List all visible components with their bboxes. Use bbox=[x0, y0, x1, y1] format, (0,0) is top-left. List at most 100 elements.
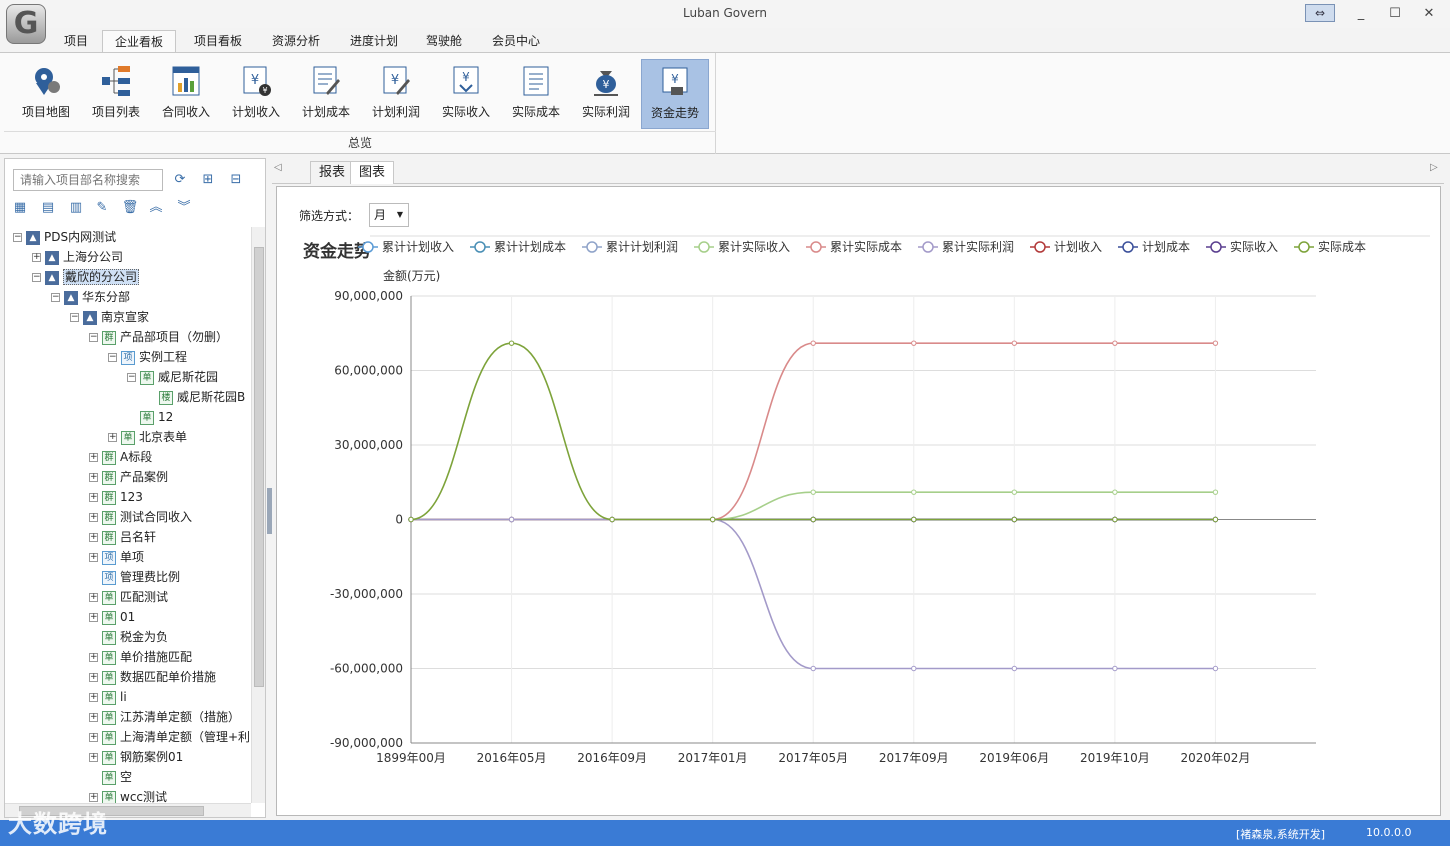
tree-node[interactable]: + 群 A标段 bbox=[89, 447, 152, 467]
tree-node[interactable]: + 单数据匹配单价措施 bbox=[89, 667, 216, 687]
expand-icon[interactable]: + bbox=[89, 713, 98, 722]
expand-icon[interactable]: + bbox=[89, 793, 98, 802]
collapse-icon[interactable]: − bbox=[108, 353, 117, 362]
move-down-icon[interactable]: ︾ bbox=[175, 199, 193, 217]
legend-marker bbox=[586, 241, 598, 253]
move-up-icon[interactable]: ︽ bbox=[147, 199, 165, 217]
tree-node[interactable]: − ▲ 戴欣的分公司 bbox=[32, 267, 140, 287]
tree-node[interactable]: + 单匹配测试 bbox=[89, 587, 168, 607]
collapse-icon[interactable]: − bbox=[13, 233, 22, 242]
collapse-icon[interactable]: − bbox=[127, 373, 136, 382]
collapse-icon[interactable]: − bbox=[89, 333, 98, 342]
expand-all-icon[interactable]: ⊞ bbox=[199, 171, 217, 189]
tab-scroll-right-icon[interactable]: ▷ bbox=[1430, 162, 1438, 173]
tree-node[interactable]: + 单上海清单定额（管理+利 bbox=[89, 727, 249, 747]
expand-icon[interactable]: + bbox=[89, 693, 98, 702]
tree-node[interactable]: + 群产品案例 bbox=[89, 467, 168, 487]
expand-icon[interactable]: + bbox=[108, 433, 117, 442]
expand-icon[interactable]: + bbox=[89, 613, 98, 622]
panel-splitter[interactable] bbox=[267, 488, 272, 534]
collapse-icon[interactable]: − bbox=[70, 313, 79, 322]
expand-icon[interactable]: + bbox=[89, 533, 98, 542]
organization-icon: ▲ bbox=[64, 290, 78, 305]
expand-icon[interactable]: + bbox=[89, 473, 98, 482]
expand-icon[interactable]: + bbox=[89, 553, 98, 562]
actual-profit-button[interactable]: ¥ 实际利润 bbox=[572, 59, 640, 129]
tree-node[interactable]: − 单威尼斯花园 bbox=[127, 367, 218, 387]
edit-icon[interactable]: ✎ bbox=[93, 199, 111, 217]
expand-icon[interactable]: + bbox=[89, 493, 98, 502]
tree-node[interactable]: − ▲ 华东分部 bbox=[51, 287, 130, 307]
data-point bbox=[1011, 340, 1018, 346]
expand-icon[interactable]: + bbox=[89, 513, 98, 522]
planned-cost-button[interactable]: 计划成本 bbox=[292, 59, 360, 129]
add-unit-icon[interactable]: ▥ bbox=[67, 199, 85, 217]
delete-icon[interactable]: 🗑 bbox=[121, 199, 139, 217]
tree-node[interactable]: + 单北京表单 bbox=[108, 427, 187, 447]
tree-node[interactable]: + 单 wcc测试 bbox=[89, 787, 167, 803]
maximize-button[interactable]: ☐ bbox=[1380, 4, 1410, 24]
tab-chart[interactable]: 图表 bbox=[350, 161, 395, 184]
project-map-button[interactable]: 项目地图 bbox=[12, 59, 80, 129]
actual-income-button[interactable]: ¥ 实际收入 bbox=[432, 59, 500, 129]
tree-node[interactable]: − ▲ 南京宣家 bbox=[70, 307, 149, 327]
tree-node[interactable]: + 单江苏清单定额（措施） bbox=[89, 707, 240, 727]
planned-income-button[interactable]: ¥ ¥ 计划收入 bbox=[222, 59, 290, 129]
tree-node[interactable]: + 单钢筋案例01 bbox=[89, 747, 183, 767]
expand-icon[interactable]: + bbox=[89, 653, 98, 662]
menu-tab-member-center[interactable]: 会员中心 bbox=[480, 30, 552, 52]
scrollbar-thumb[interactable] bbox=[254, 247, 264, 687]
app-logo-icon[interactable]: G bbox=[6, 4, 46, 44]
collapse-icon[interactable]: − bbox=[51, 293, 60, 302]
tab-scroll-left-icon[interactable]: ◁ bbox=[274, 162, 282, 173]
data-point bbox=[1112, 516, 1118, 523]
tree-node[interactable]: + 项单项 bbox=[89, 547, 144, 567]
tree-node[interactable]: − 群产品部项目（勿删） bbox=[89, 327, 228, 347]
project-list-button[interactable]: 项目列表 bbox=[82, 59, 150, 129]
tree-node[interactable]: + 群测试合同收入 bbox=[89, 507, 192, 527]
tree-node[interactable]: + 单单价措施匹配 bbox=[89, 647, 192, 667]
menu-tab-enterprise-board[interactable]: 企业看板 bbox=[102, 30, 177, 52]
tree-node[interactable]: + 单 01 bbox=[89, 607, 135, 627]
expand-icon[interactable]: + bbox=[32, 253, 41, 262]
collapse-icon[interactable]: − bbox=[32, 273, 41, 282]
tree-node[interactable]: + 单 li bbox=[89, 687, 127, 707]
tree-vertical-scrollbar[interactable] bbox=[251, 227, 265, 803]
tree-node[interactable]: 单税金为负 bbox=[89, 627, 168, 647]
tree-node[interactable]: − ▲ PDS内网测试 bbox=[13, 227, 116, 247]
refresh-icon[interactable]: ⟳ bbox=[171, 171, 189, 189]
add-group-icon[interactable]: ▦ bbox=[11, 199, 29, 217]
menu-tab-cockpit[interactable]: 驾驶舱 bbox=[414, 30, 474, 52]
expand-icon[interactable]: + bbox=[89, 453, 98, 462]
expand-icon[interactable]: + bbox=[89, 753, 98, 762]
actual-cost-button[interactable]: 实际成本 bbox=[502, 59, 570, 129]
close-button[interactable]: ✕ bbox=[1414, 4, 1444, 24]
menu-tab-project-board[interactable]: 项目看板 bbox=[182, 30, 254, 52]
project-tree-panel: ⟳ ⊞ ⊟ ▦ ▤ ▥ ✎ 🗑 ︽ ︾ −▲PDS内网测试+▲上海分公司−▲戴欣… bbox=[4, 158, 266, 818]
y-tick-label: -30,000,000 bbox=[330, 587, 403, 601]
tree-node[interactable]: + ▲ 上海分公司 bbox=[32, 247, 123, 267]
tree-node[interactable]: 单 12 bbox=[127, 407, 173, 427]
tree-node[interactable]: + 群 123 bbox=[89, 487, 143, 507]
collapse-all-icon[interactable]: ⊟ bbox=[227, 171, 245, 189]
search-input[interactable] bbox=[13, 169, 163, 191]
add-project-icon[interactable]: ▤ bbox=[39, 199, 57, 217]
menu-tab-schedule[interactable]: 进度计划 bbox=[338, 30, 410, 52]
cash-flow-trend-button[interactable]: ¥ 资金走势 bbox=[641, 59, 709, 129]
planned-profit-button[interactable]: ¥ 计划利润 bbox=[362, 59, 430, 129]
tree-node[interactable]: + 群吕名轩 bbox=[89, 527, 156, 547]
menu-tab-project[interactable]: 项目 bbox=[52, 30, 100, 52]
menu-tab-resource-analysis[interactable]: 资源分析 bbox=[260, 30, 332, 52]
tree-node[interactable]: 单空 bbox=[89, 767, 132, 787]
tree-node[interactable]: 楼威尼斯花园B bbox=[146, 387, 245, 407]
legend-marker bbox=[698, 241, 710, 253]
contract-income-button[interactable]: 合同收入 bbox=[152, 59, 220, 129]
restore-toggle-button[interactable]: ⇔ bbox=[1305, 4, 1335, 22]
expand-icon[interactable]: + bbox=[89, 673, 98, 682]
expand-icon[interactable]: + bbox=[89, 593, 98, 602]
expand-icon[interactable]: + bbox=[89, 733, 98, 742]
tree-node[interactable]: 项管理费比例 bbox=[89, 567, 180, 587]
minimize-button[interactable]: _ bbox=[1346, 4, 1376, 24]
tab-report[interactable]: 报表 bbox=[310, 161, 355, 184]
tree-node[interactable]: − 项实例工程 bbox=[108, 347, 187, 367]
